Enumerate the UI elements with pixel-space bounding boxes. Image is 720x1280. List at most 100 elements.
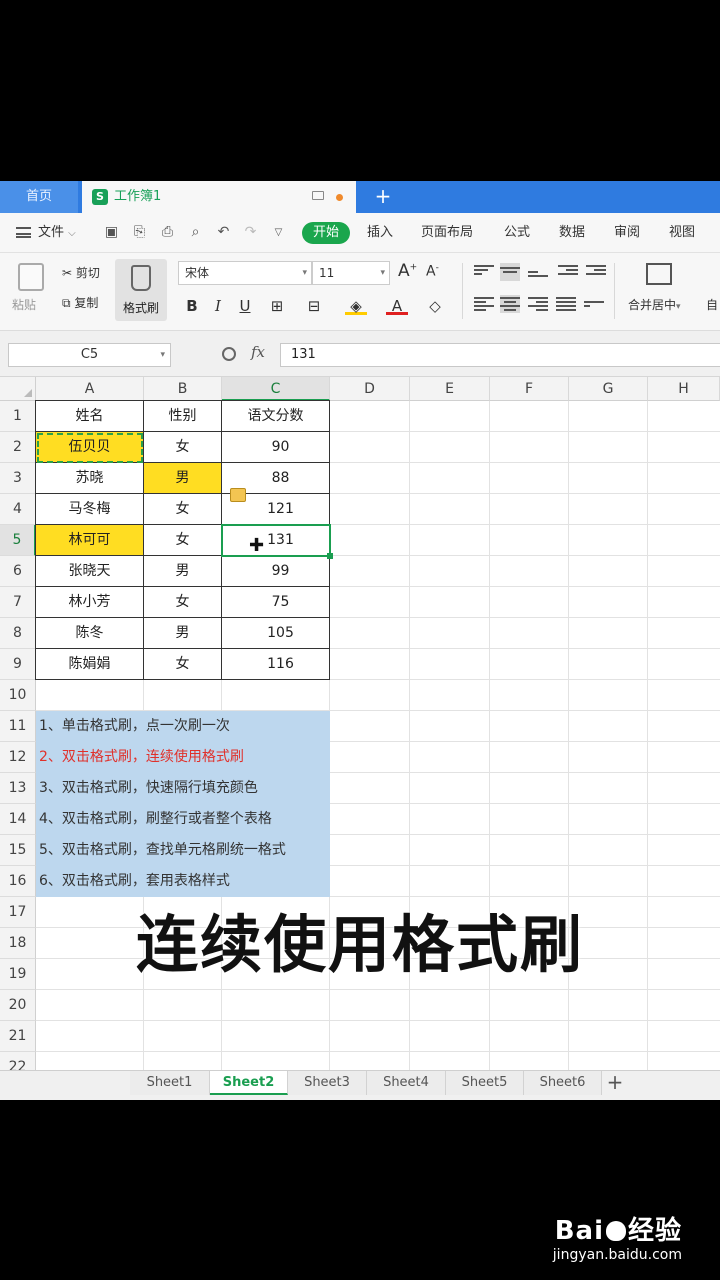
row-header-20[interactable]: 20 bbox=[0, 990, 36, 1021]
name-box[interactable]: C5 ▾ bbox=[8, 343, 171, 367]
cell-a6[interactable]: 张晓天 bbox=[35, 555, 144, 587]
auto-wrap-button[interactable]: 自 bbox=[706, 295, 718, 315]
sheet-tab-sheet6[interactable]: Sheet6 bbox=[524, 1071, 602, 1095]
cell-a9[interactable]: 陈娟娟 bbox=[35, 648, 144, 680]
cell-b2[interactable]: 女 bbox=[143, 431, 222, 463]
sheet-tab-sheet3[interactable]: Sheet3 bbox=[288, 1071, 367, 1095]
row-header-16[interactable]: 16 bbox=[0, 866, 36, 897]
row-header-9[interactable]: 9 bbox=[0, 649, 36, 680]
tab-formulas[interactable]: 公式 bbox=[504, 213, 530, 253]
customize-toolbar-icon[interactable]: ▽ bbox=[271, 225, 286, 240]
zoom-icon[interactable] bbox=[222, 347, 236, 361]
distributed-align-icon[interactable] bbox=[584, 295, 604, 313]
tab-start[interactable]: 开始 bbox=[302, 222, 350, 244]
cell-b3[interactable]: 男 bbox=[143, 462, 222, 494]
row-header-4[interactable]: 4 bbox=[0, 494, 36, 525]
cell-c1[interactable]: 语文分数 bbox=[221, 400, 330, 432]
tab-insert[interactable]: 插入 bbox=[367, 213, 393, 253]
row-header-7[interactable]: 7 bbox=[0, 587, 36, 618]
cell-b9[interactable]: 女 bbox=[143, 648, 222, 680]
cell-a1[interactable]: 姓名 bbox=[35, 400, 144, 432]
row-header-3[interactable]: 3 bbox=[0, 463, 36, 494]
row-header-21[interactable]: 21 bbox=[0, 1021, 36, 1052]
column-header-a[interactable]: A bbox=[36, 377, 144, 401]
cell-b1[interactable]: 性别 bbox=[143, 400, 222, 432]
column-header-e[interactable]: E bbox=[410, 377, 490, 401]
note-cell-a11[interactable]: 1、单击格式刷，点一次刷一次 bbox=[36, 711, 330, 742]
cell-c8[interactable]: 105 bbox=[221, 617, 330, 649]
borders-icon[interactable]: ⊞ bbox=[266, 295, 288, 317]
paste-options-icon[interactable] bbox=[230, 488, 246, 502]
align-center-icon[interactable] bbox=[500, 295, 520, 313]
note-cell-a13[interactable]: 3、双击格式刷，快速隔行填充颜色 bbox=[36, 773, 330, 804]
sheet-tab-sheet4[interactable]: Sheet4 bbox=[367, 1071, 446, 1095]
cell-b6[interactable]: 男 bbox=[143, 555, 222, 587]
clear-format-icon[interactable]: ◇ bbox=[424, 295, 446, 317]
align-right-icon[interactable] bbox=[528, 295, 548, 313]
row-header-22[interactable]: 22 bbox=[0, 1052, 36, 1070]
row-header-14[interactable]: 14 bbox=[0, 804, 36, 835]
decrease-font-icon[interactable]: A- bbox=[426, 263, 439, 280]
fill-color-icon[interactable]: ◈ bbox=[345, 295, 367, 315]
column-header-c[interactable]: C bbox=[222, 377, 330, 401]
font-color-icon[interactable]: A bbox=[386, 295, 408, 315]
row-header-15[interactable]: 15 bbox=[0, 835, 36, 866]
cell-a3[interactable]: 苏晓 bbox=[35, 462, 144, 494]
align-middle-icon[interactable] bbox=[500, 263, 520, 281]
note-cell-a14[interactable]: 4、双击格式刷，刷整行或者整个表格 bbox=[36, 804, 330, 835]
italic-icon[interactable]: I bbox=[207, 295, 229, 317]
row-header-5[interactable]: 5 bbox=[0, 525, 36, 556]
cell-a5[interactable]: 林可可 bbox=[35, 524, 144, 556]
cell-c6[interactable]: 99 bbox=[221, 555, 330, 587]
row-header-12[interactable]: 12 bbox=[0, 742, 36, 773]
note-cell-a16[interactable]: 6、双击格式刷，套用表格样式 bbox=[36, 866, 330, 897]
cell-c2[interactable]: 90 bbox=[221, 431, 330, 463]
file-menu[interactable]: 文件 ⌵ bbox=[38, 213, 76, 254]
redo-icon[interactable]: ↷ bbox=[243, 225, 258, 240]
undo-icon[interactable]: ↶ bbox=[216, 225, 231, 240]
save-icon[interactable]: ▣ bbox=[104, 225, 119, 240]
bold-icon[interactable]: B bbox=[181, 295, 203, 317]
sheet-tab-sheet5[interactable]: Sheet5 bbox=[446, 1071, 524, 1095]
align-left-icon[interactable] bbox=[474, 295, 494, 313]
format-painter-button[interactable]: 格式刷 bbox=[115, 259, 167, 321]
select-all-corner[interactable] bbox=[0, 377, 36, 401]
note-cell-a15[interactable]: 5、双击格式刷，查找单元格刷统一格式 bbox=[36, 835, 330, 866]
row-header-13[interactable]: 13 bbox=[0, 773, 36, 804]
justify-icon[interactable] bbox=[556, 295, 576, 313]
decrease-indent-icon[interactable] bbox=[558, 263, 578, 281]
merge-center-button[interactable]: 合并居中▾ bbox=[628, 295, 681, 317]
font-size-select[interactable]: 11 ▾ bbox=[312, 261, 390, 285]
formula-input[interactable]: 131 bbox=[280, 343, 720, 367]
workbook-tab[interactable]: S 工作簿1 bbox=[82, 181, 356, 213]
print-icon[interactable]: ⎙ bbox=[160, 225, 175, 240]
tab-review[interactable]: 审阅 bbox=[614, 213, 640, 253]
cell-b8[interactable]: 男 bbox=[143, 617, 222, 649]
cell-b4[interactable]: 女 bbox=[143, 493, 222, 525]
cell-a8[interactable]: 陈冬 bbox=[35, 617, 144, 649]
print-preview-icon[interactable]: ⌕ bbox=[188, 225, 203, 240]
align-top-icon[interactable] bbox=[474, 263, 494, 281]
underline-icon[interactable]: U bbox=[234, 295, 256, 317]
column-header-d[interactable]: D bbox=[330, 377, 410, 401]
row-header-8[interactable]: 8 bbox=[0, 618, 36, 649]
cell-c9[interactable]: 116 bbox=[221, 648, 330, 680]
row-header-1[interactable]: 1 bbox=[0, 401, 36, 432]
column-header-g[interactable]: G bbox=[569, 377, 648, 401]
tab-page-layout[interactable]: 页面布局 bbox=[421, 213, 473, 253]
align-bottom-icon[interactable] bbox=[528, 263, 548, 281]
row-header-10[interactable]: 10 bbox=[0, 680, 36, 711]
column-header-b[interactable]: B bbox=[144, 377, 222, 401]
cell-c7[interactable]: 75 bbox=[221, 586, 330, 618]
cell-a7[interactable]: 林小芳 bbox=[35, 586, 144, 618]
note-cell-a12[interactable]: 2、双击格式刷，连续使用格式刷 bbox=[36, 742, 330, 773]
cut-button[interactable]: ✂ 剪切 bbox=[62, 263, 100, 283]
increase-font-icon[interactable]: A+ bbox=[398, 261, 417, 281]
export-icon[interactable]: ⎘ bbox=[132, 225, 147, 240]
cell-b5[interactable]: 女 bbox=[143, 524, 222, 556]
tab-view[interactable]: 视图 bbox=[669, 213, 695, 253]
fx-icon[interactable]: fx bbox=[251, 343, 265, 361]
monitor-icon[interactable] bbox=[312, 191, 324, 200]
hamburger-menu-icon[interactable] bbox=[16, 227, 31, 238]
cell-b7[interactable]: 女 bbox=[143, 586, 222, 618]
